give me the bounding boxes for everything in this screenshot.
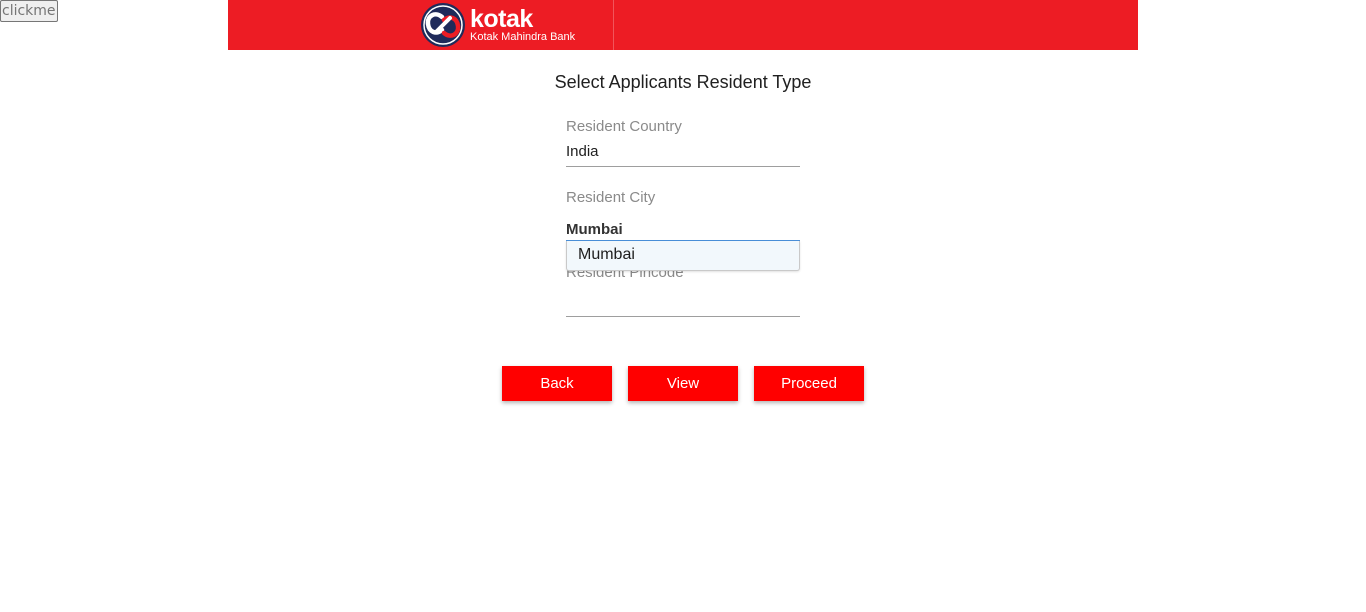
header-divider bbox=[613, 0, 614, 50]
resident-city-label: Resident City bbox=[566, 189, 656, 206]
resident-city-input[interactable] bbox=[566, 219, 800, 241]
clickme-button[interactable]: clickme bbox=[0, 0, 58, 22]
resident-country-underline bbox=[566, 166, 800, 167]
city-autocomplete-dropdown: Mumbai bbox=[566, 241, 800, 271]
proceed-button[interactable]: Proceed bbox=[754, 366, 864, 401]
city-suggestion-item[interactable]: Mumbai bbox=[578, 246, 635, 264]
resident-pincode-underline[interactable] bbox=[566, 316, 800, 317]
kotak-infinity-logo-icon bbox=[421, 3, 465, 47]
back-button[interactable]: Back bbox=[502, 366, 612, 401]
resident-country-value[interactable]: India bbox=[566, 143, 599, 160]
resident-country-label: Resident Country bbox=[566, 118, 682, 135]
view-button[interactable]: View bbox=[628, 366, 738, 401]
page-title: Select Applicants Resident Type bbox=[554, 72, 812, 92]
kotak-logo[interactable]: kotak Kotak Mahindra Bank bbox=[419, 2, 575, 48]
header-bar: kotak Kotak Mahindra Bank bbox=[228, 0, 1138, 50]
logo-wordmark: kotak bbox=[470, 4, 533, 33]
logo-subtitle: Kotak Mahindra Bank bbox=[470, 30, 576, 43]
